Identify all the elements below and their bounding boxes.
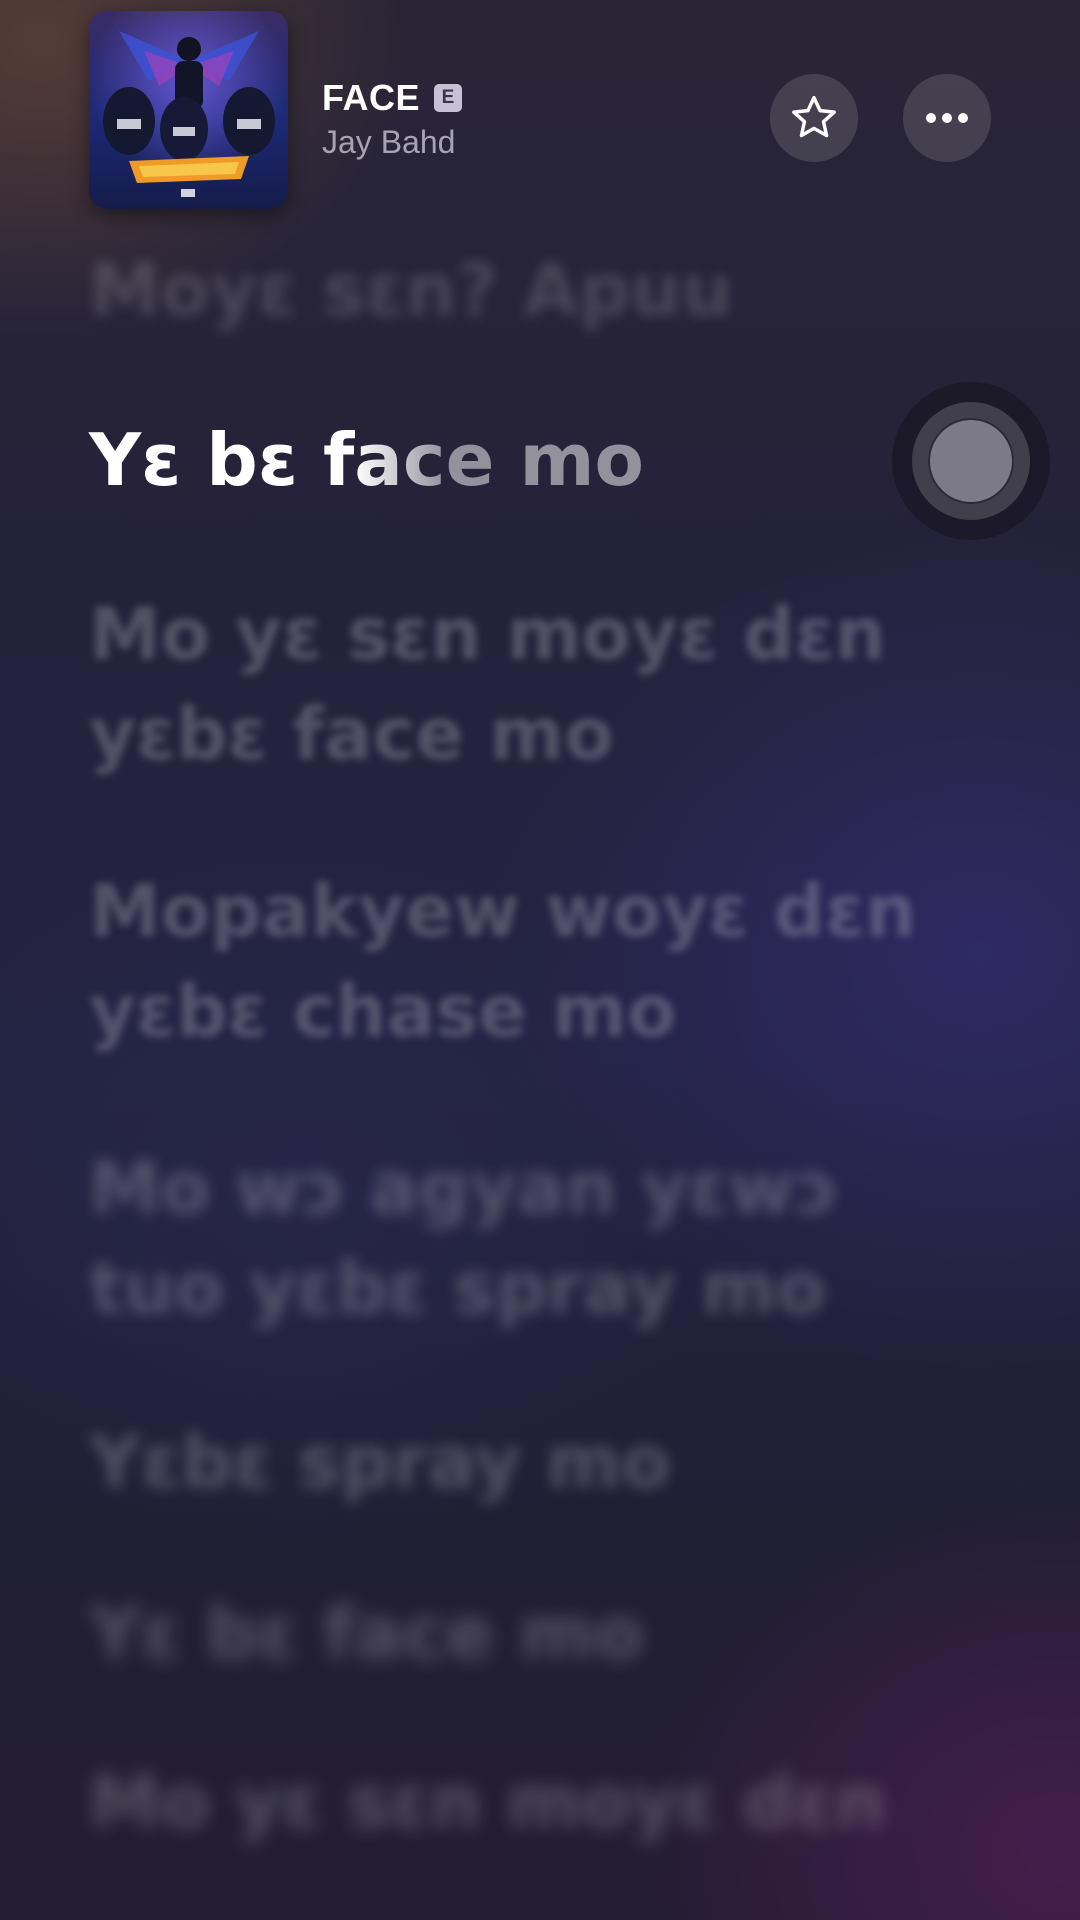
lyric-line-previous[interactable]: Moyɛ sɛn? Apuu <box>89 240 949 340</box>
album-cover-art <box>89 11 288 209</box>
title-row: FACE E <box>322 76 463 120</box>
favorite-button[interactable] <box>770 74 858 162</box>
floating-touch-button[interactable] <box>892 382 1050 540</box>
lyric-sung-part: Yɛ bɛ f <box>89 418 355 502</box>
star-outline-icon <box>792 95 836 138</box>
lyric-line[interactable]: Mo wɔ agyan yɛwɔ tuo yɛbɛ spray mo <box>89 1138 889 1338</box>
track-title: FACE <box>322 77 421 118</box>
now-playing-header: FACE E Jay Bahd <box>0 0 1080 220</box>
more-options-button[interactable] <box>903 74 991 162</box>
lyric-line[interactable]: Yɛbɛ spray mo <box>89 1412 949 1512</box>
explicit-badge: E <box>434 84 463 112</box>
lyric-line-active[interactable]: Yɛ bɛ face mo <box>89 410 949 510</box>
album-art[interactable] <box>89 11 288 209</box>
ellipsis-icon <box>926 113 968 123</box>
lyric-line[interactable]: Mo yɛ sɛn moyɛ dɛn yɛbɛ face mo <box>89 584 909 784</box>
track-info[interactable]: FACE E Jay Bahd <box>322 76 463 161</box>
floating-touch-knob <box>930 420 1012 502</box>
lyric-line[interactable]: Mo yɛ sɛn moyɛ dɛn <box>89 1752 949 1852</box>
artist-name[interactable]: Jay Bahd <box>322 124 462 161</box>
lyric-remaining-part: e mo <box>445 418 644 502</box>
floating-touch-ring <box>912 402 1030 520</box>
lyric-line[interactable]: Mopakyew woyɛ dɛn yɛbɛ chase mo <box>89 861 929 1061</box>
lyric-line[interactable]: Yɛ bɛ face mo <box>89 1583 949 1683</box>
lyric-singing-part: ac <box>354 418 446 502</box>
lyrics-screen: FACE E Jay Bahd Moyɛ sɛn? Apuu Yɛ bɛ fac… <box>0 0 1080 1920</box>
